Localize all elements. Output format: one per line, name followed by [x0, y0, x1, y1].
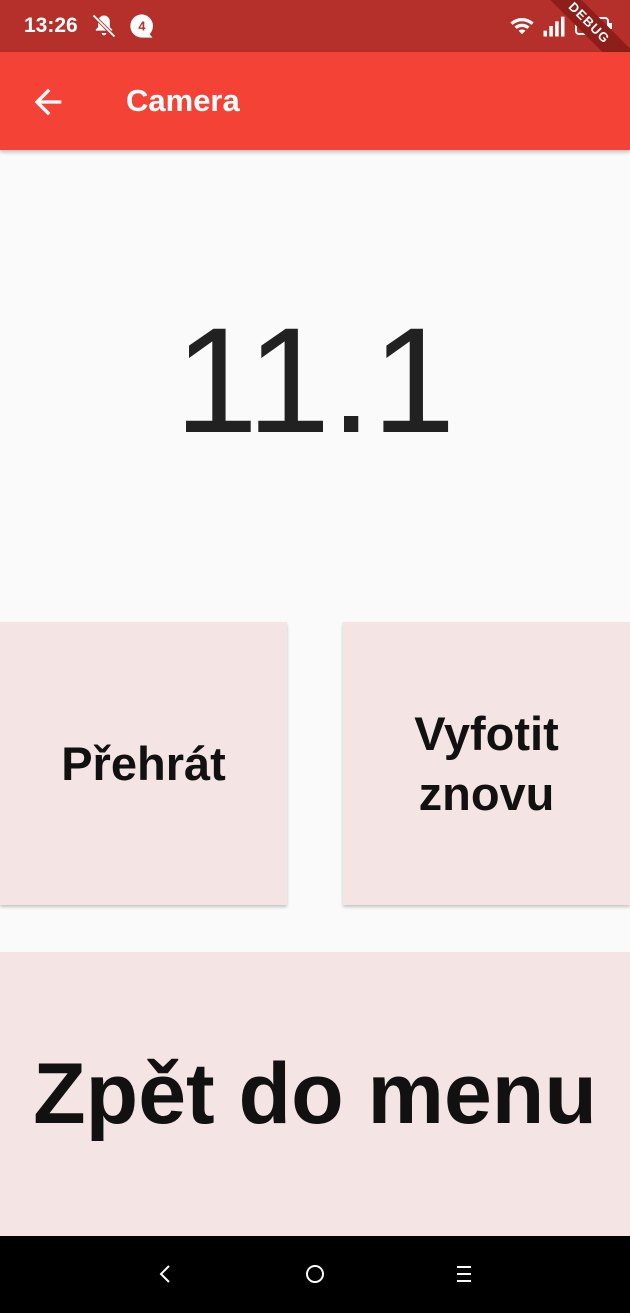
- play-button[interactable]: Přehrát: [0, 622, 287, 905]
- back-arrow-icon[interactable]: [28, 82, 68, 122]
- status-bar: 13:26 4 71 DEBUG: [0, 0, 630, 84]
- nav-menu-icon[interactable]: [452, 1262, 476, 1286]
- system-nav-bar: [0, 1236, 630, 1313]
- status-time: 13:26: [24, 14, 78, 37]
- chat-notification-icon: 4: [128, 12, 156, 40]
- notification-count: 4: [138, 19, 146, 34]
- signal-icon: [540, 12, 568, 40]
- retake-photo-button[interactable]: Vyfotit znovu: [343, 622, 630, 905]
- back-to-menu-button[interactable]: Zpět do menu: [0, 952, 630, 1236]
- timer-value: 11.1: [174, 296, 456, 464]
- page-title: Camera: [126, 83, 240, 118]
- wifi-icon: [508, 12, 536, 40]
- notifications-off-icon: [90, 12, 118, 40]
- nav-back-icon[interactable]: [154, 1262, 178, 1286]
- nav-home-icon[interactable]: [303, 1262, 327, 1286]
- app-bar: Camera: [0, 52, 630, 150]
